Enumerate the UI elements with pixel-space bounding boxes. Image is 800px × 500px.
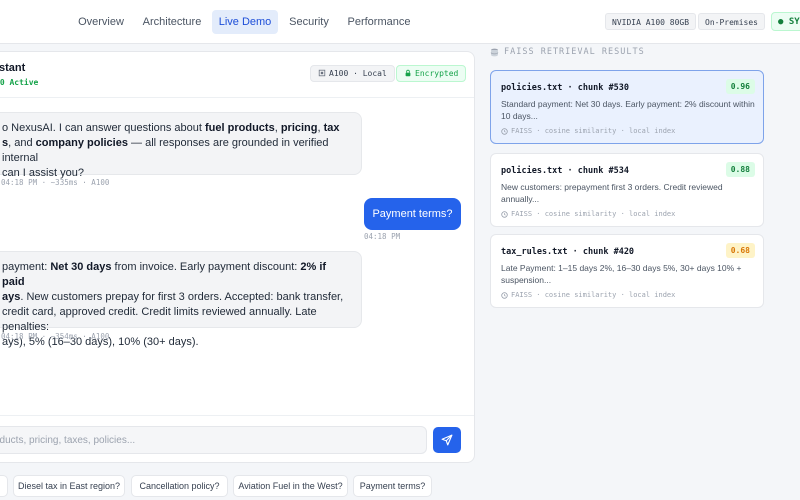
- retrieval-title: FAISS RETRIEVAL RESULTS: [490, 47, 645, 57]
- message-meta: 04:18 PM: [364, 232, 401, 241]
- result-meta: FAISS · cosine similarity · local index: [501, 127, 675, 135]
- encrypted-chip-label: Encrypted: [415, 69, 459, 78]
- suggestion-chip-partial[interactable]: [0, 475, 8, 497]
- message-text: , and: [8, 137, 36, 149]
- chat-panel: stant 00 Active A100 · Local Encrypted o…: [0, 51, 475, 463]
- tab-overview[interactable]: Overview: [70, 10, 132, 34]
- lock-icon: [405, 69, 411, 77]
- composer: [0, 415, 474, 463]
- tab-architecture[interactable]: Architecture: [138, 10, 206, 34]
- suggestion-chip[interactable]: Payment terms?: [353, 475, 432, 497]
- similarity-score: 0.88: [725, 162, 755, 177]
- retrieval-result-card[interactable]: policies.txt · chunk #530 0.96 Standard …: [490, 70, 764, 144]
- message-text: credit card, approved credit. Credit lim…: [2, 306, 317, 333]
- message-text: payment:: [2, 261, 51, 273]
- system-status-label: SYS: [788, 17, 800, 27]
- suggestion-chip[interactable]: Diesel tax in East region?: [13, 475, 125, 497]
- result-snippet: Late Payment: 1–15 days 2%, 16–30 days 5…: [501, 263, 742, 285]
- result-meta-label: FAISS · cosine similarity · local index: [511, 291, 676, 299]
- tab-security[interactable]: Security: [284, 10, 334, 34]
- result-snippet: Standard payment: Net 30 days. Early pay…: [501, 99, 755, 121]
- message-meta: 04:18 PM · ~354ms · A100: [1, 332, 110, 341]
- result-source: policies.txt · chunk #530: [501, 83, 629, 93]
- retrieval-result-card[interactable]: policies.txt · chunk #534 0.88 New custo…: [490, 153, 764, 227]
- emphasis-text: fuel products: [205, 122, 275, 134]
- chat-header: stant 00 Active A100 · Local Encrypted: [0, 52, 474, 98]
- chat-input[interactable]: [0, 426, 427, 454]
- tab-performance[interactable]: Performance: [342, 10, 416, 34]
- clock-icon: [501, 291, 508, 299]
- user-message: Payment terms?: [364, 198, 461, 230]
- result-meta: FAISS · cosine similarity · local index: [501, 210, 675, 218]
- assistant-status: 00 Active: [0, 78, 39, 87]
- result-meta: FAISS · cosine similarity · local index: [501, 291, 675, 299]
- emphasis-text: ays: [2, 291, 21, 303]
- result-snippet: New customers: prepayment first 3 orders…: [501, 182, 723, 204]
- suggestion-chip[interactable]: Aviation Fuel in the West?: [233, 475, 348, 497]
- retrieval-title-label: FAISS RETRIEVAL RESULTS: [504, 47, 645, 57]
- result-source: policies.txt · chunk #534: [501, 166, 629, 176]
- retrieval-result-card[interactable]: tax_rules.txt · chunk #420 0.68 Late Pay…: [490, 234, 764, 308]
- system-status-badge: ● SYS: [771, 12, 800, 31]
- message-text: from invoice. Early payment discount:: [111, 261, 301, 273]
- message-meta: 04:18 PM · ~335ms · A100: [1, 178, 110, 187]
- deployment-badge: On-Premises: [698, 13, 765, 30]
- assistant-message: payment: Net 30 days from invoice. Early…: [0, 251, 362, 348]
- clock-icon: [501, 127, 508, 135]
- assistant-message: o NexusAI. I can answer questions about …: [0, 112, 362, 179]
- chip-icon: [318, 69, 326, 77]
- suggestion-chip[interactable]: Cancellation policy?: [131, 475, 228, 497]
- local-chip-label: A100 · Local: [329, 69, 387, 78]
- send-icon: [441, 434, 453, 446]
- emphasis-text: tax: [323, 122, 340, 134]
- emphasis-text: company policies: [35, 137, 128, 149]
- tab-live-demo[interactable]: Live Demo: [212, 10, 278, 34]
- message-text: . New customers prepay for first 3 order…: [20, 291, 344, 303]
- similarity-score: 0.68: [725, 243, 755, 258]
- send-button[interactable]: [433, 427, 461, 453]
- database-icon: [490, 48, 499, 56]
- message-text: o NexusAI. I can answer questions about: [2, 122, 206, 134]
- result-meta-label: FAISS · cosine similarity · local index: [511, 210, 676, 218]
- assistant-title: stant: [0, 62, 26, 74]
- gpu-badge: NVIDIA A100 80GB: [605, 13, 697, 30]
- top-navigation: Overview Architecture Live Demo Security…: [0, 0, 800, 44]
- result-meta-label: FAISS · cosine similarity · local index: [511, 127, 676, 135]
- result-source: tax_rules.txt · chunk #420: [501, 247, 635, 257]
- clock-icon: [501, 210, 508, 218]
- emphasis-text: Net 30 days: [50, 261, 112, 273]
- local-chip: A100 · Local: [310, 65, 395, 82]
- emphasis-text: pricing: [280, 122, 318, 134]
- encrypted-chip: Encrypted: [396, 65, 467, 82]
- similarity-score: 0.96: [725, 79, 755, 94]
